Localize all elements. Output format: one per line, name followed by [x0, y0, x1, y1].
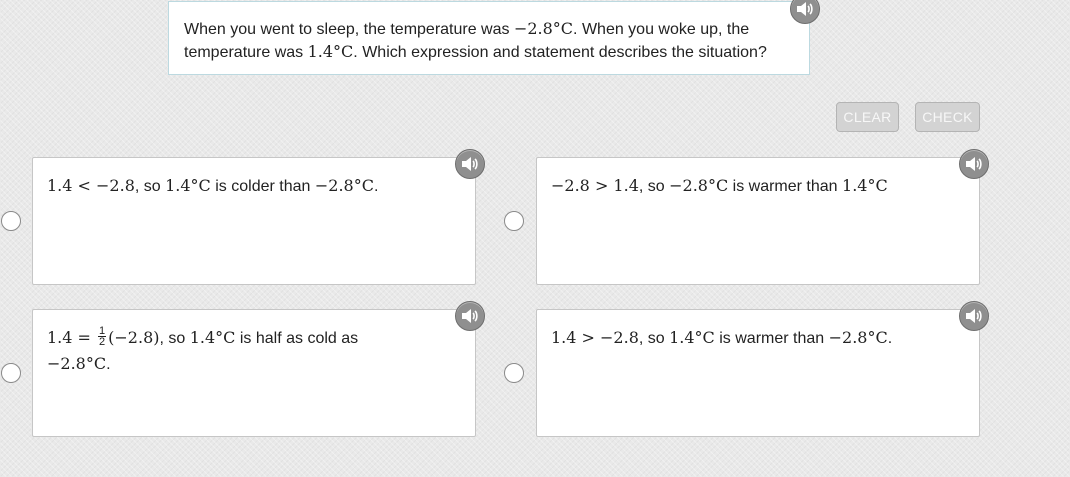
choice-b-audio-button[interactable] — [959, 149, 989, 179]
radio-choice-a[interactable] — [1, 211, 21, 231]
choice-d-text: , so — [638, 330, 670, 347]
choice-d-audio-button[interactable] — [959, 301, 989, 331]
answer-choice-d[interactable]: 1.4 > −2.8, so 1.4°C is warmer than −2.8… — [536, 309, 980, 437]
choice-b-text: is warmer than — [728, 178, 843, 195]
choice-a-audio-button[interactable] — [455, 149, 485, 179]
choice-c-expression: 1.4 = — [47, 328, 97, 347]
fraction-denominator: 2 — [99, 336, 106, 349]
one-half-fraction: 12 — [98, 326, 107, 349]
check-button[interactable]: CHECK — [915, 102, 980, 132]
choice-a-text: is colder than — [210, 178, 315, 195]
choice-a-math: 1.4°C — [165, 176, 211, 195]
choice-a-expression: 1.4 < −2.8 — [47, 176, 135, 195]
choice-c-audio-button[interactable] — [455, 301, 485, 331]
choice-d-text: . — [887, 330, 893, 347]
choice-c-math: 1.4°C — [189, 328, 236, 347]
prompt-text: . When you woke up, the — [573, 21, 750, 38]
choice-d-math: −2.8°C — [828, 328, 888, 347]
choice-d-text: is warmer than — [714, 330, 829, 347]
answer-choice-a[interactable]: 1.4 < −2.8, so 1.4°C is colder than −2.8… — [32, 157, 476, 285]
speaker-icon — [966, 157, 982, 171]
prompt-text: When you went to sleep, the temperature … — [184, 21, 514, 38]
prompt-math-sleep-temp: −2.8°C — [513, 19, 574, 38]
prompt-math-wake-temp: 1.4°C — [307, 42, 354, 61]
choice-a-text: . — [373, 178, 379, 195]
choice-c-text: is half as cold as — [235, 330, 359, 347]
choice-c-text: , so — [159, 330, 190, 347]
question-prompt: When you went to sleep, the temperature … — [168, 1, 810, 75]
clear-button[interactable]: CLEAR — [836, 102, 899, 132]
choice-d-expression: 1.4 > −2.8 — [551, 328, 639, 347]
choice-d-math: 1.4°C — [669, 328, 715, 347]
radio-choice-b[interactable] — [504, 211, 524, 231]
answer-choice-c[interactable]: 1.4 = 1 2 (−2.8), so 1.4°C is half as cold… — [32, 309, 476, 437]
choice-c-math: −2.8°C — [47, 354, 107, 373]
prompt-text: temperature was — [184, 44, 308, 61]
prompt-audio-button[interactable] — [790, 0, 820, 24]
prompt-text: . Which expression and statement describ… — [353, 44, 767, 61]
choice-a-text: , so — [134, 178, 166, 195]
speaker-icon — [797, 2, 813, 16]
speaker-icon — [462, 309, 478, 323]
choice-c-text: . — [106, 356, 111, 373]
answer-choice-b[interactable]: −2.8 > 1.4, so −2.8°C is warmer than 1.4… — [536, 157, 980, 285]
choice-b-expression: −2.8 > 1.4 — [551, 176, 639, 195]
choice-b-math: −2.8°C — [669, 176, 729, 195]
choice-b-math: 1.4°C — [842, 176, 888, 195]
choice-b-text: , so — [638, 178, 670, 195]
speaker-icon — [462, 157, 478, 171]
radio-choice-c[interactable] — [1, 363, 21, 383]
choice-c-math: (−2.8) — [108, 328, 160, 347]
choice-a-math: −2.8°C — [314, 176, 374, 195]
radio-choice-d[interactable] — [504, 363, 524, 383]
speaker-icon — [966, 309, 982, 323]
